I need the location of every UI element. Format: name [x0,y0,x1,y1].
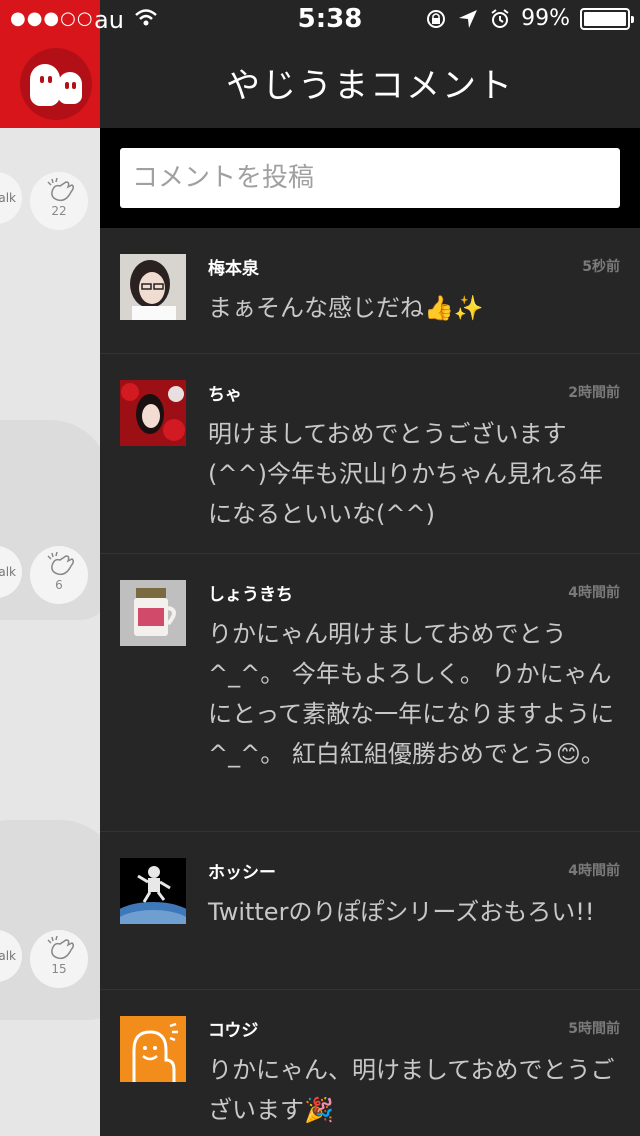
clap-count: 6 [55,578,63,592]
comment-time: 4時間前 [568,585,620,601]
comment-time: 4時間前 [568,863,620,879]
comment-text: 明けましておめでとうございます(^^)今年も沢山りかちゃん見れる年になるといいな… [208,420,603,528]
clap-button[interactable]: 15 [30,930,88,988]
talk-button[interactable]: alk [0,546,22,598]
status-bar: ●●●○○ au 5:38 99% [0,0,640,40]
avatar[interactable] [120,1016,186,1082]
comment-panel: やじうまコメント 梅本泉 5秒前 まぁそんな感じだね👍✨ [100,0,640,1136]
talk-button[interactable]: alk [0,930,22,982]
comment-author: ホッシー [208,863,276,883]
comment-author: しょうきち [208,585,293,605]
comment-item[interactable]: 梅本泉 5秒前 まぁそんな感じだね👍✨ [100,228,640,354]
talk-button[interactable]: alk [0,172,22,224]
clap-button[interactable]: 6 [30,546,88,604]
avatar[interactable] [120,858,186,924]
comment-item[interactable]: ちゃ 2時間前 明けましておめでとうございます(^^)今年も沢山りかちゃん見れる… [100,354,640,554]
clap-count: 22 [51,204,67,218]
comment-item[interactable]: ホッシー 4時間前 Twitterのりぽぽシリーズおもろい!! [100,832,640,990]
ghost-logo-icon [20,48,92,120]
clock: 5:38 [297,4,363,34]
comment-time: 5時間前 [568,1021,620,1037]
signal-strength-icon: ●●●○○ [10,8,94,29]
clap-icon [47,936,75,960]
location-arrow-icon [459,9,478,28]
wifi-icon [135,9,157,26]
comment-item[interactable]: しょうきち 4時間前 りかにゃん明けましておめでとう^_^。 今年もよろしく。 … [100,554,640,832]
comment-time: 5秒前 [582,259,620,275]
comment-input[interactable] [120,148,620,208]
avatar[interactable] [120,580,186,646]
talk-label: alk [0,949,16,963]
comment-time: 2時間前 [568,385,620,401]
comment-text: りかにゃん、明けましておめでとうございます🎉 [208,1056,615,1124]
side-action-group: alk 22 [0,172,100,232]
clap-count: 15 [51,962,67,976]
page-title: やじうまコメント [226,66,514,106]
comment-text: りかにゃん明けましておめでとう^_^。 今年もよろしく。 りかにゃんにとって素敵… [208,620,615,768]
background-pane: alk 22 alk 6 alk 15 [0,0,100,1136]
background-shape [0,820,100,1020]
comment-author: ちゃ [208,385,242,405]
avatar[interactable] [120,380,186,446]
comment-author: コウジ [208,1021,259,1041]
battery-percentage: 99% [521,6,570,31]
side-action-group: alk 15 [0,930,100,990]
clap-icon [47,552,75,576]
orientation-lock-icon [427,9,446,28]
avatar[interactable] [120,254,186,320]
talk-label: alk [0,565,16,579]
clap-icon [47,178,75,202]
clap-button[interactable]: 22 [30,172,88,230]
battery-icon [580,7,634,30]
comment-item[interactable]: コウジ 5時間前 りかにゃん、明けましておめでとうございます🎉 [100,990,640,1136]
comment-author: 梅本泉 [208,259,259,279]
alarm-clock-icon [491,8,509,28]
talk-label: alk [0,191,16,205]
battery-fill [584,11,626,26]
comment-input-area [100,128,640,228]
comment-text: Twitterのりぽぽシリーズおもろい!! [208,898,595,926]
comment-text: まぁそんな感じだね👍✨ [208,294,484,322]
comment-list: 梅本泉 5秒前 まぁそんな感じだね👍✨ ちゃ 2時間前 明けましておめでとうござ… [100,228,640,1136]
carrier-label: au [94,6,124,34]
side-action-group: alk 6 [0,546,100,606]
